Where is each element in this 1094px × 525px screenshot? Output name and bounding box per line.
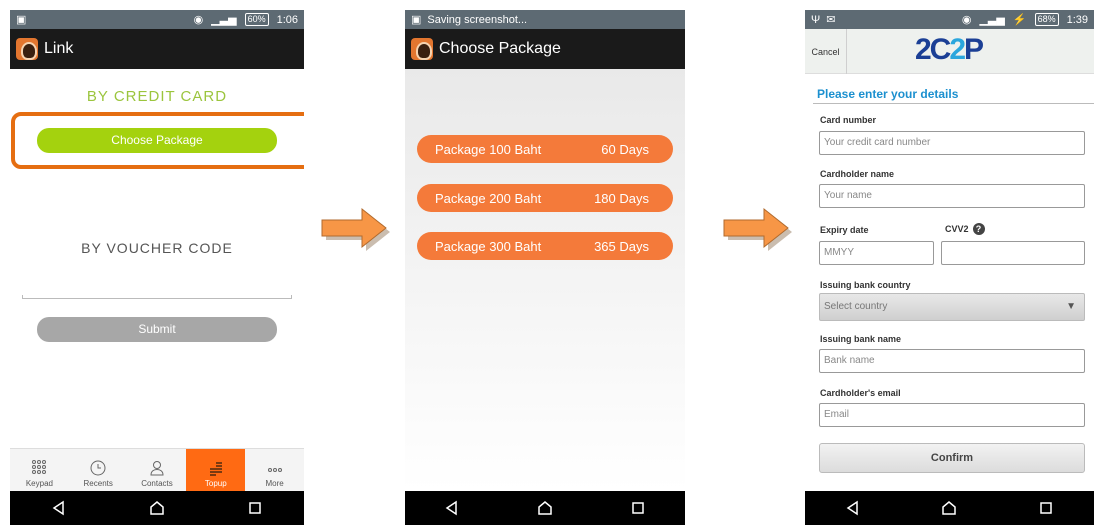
- home-icon[interactable]: [940, 499, 958, 517]
- tab-contacts[interactable]: Contacts: [128, 449, 187, 491]
- choose-package-button[interactable]: Choose Package: [37, 128, 277, 153]
- system-nav-bar: [10, 491, 304, 525]
- clock-icon: [90, 460, 106, 476]
- back-icon[interactable]: [443, 499, 461, 517]
- phone-screen-payment-form: Ψ ✉ ◉ ▁▃▅ ⚡ 68% 1:39 Cancel 2C2P Please …: [805, 10, 1094, 525]
- coins-icon: [209, 462, 222, 476]
- more-icon: [267, 468, 282, 472]
- charging-icon: ⚡: [1012, 14, 1027, 26]
- cvv2-label: CVV2?: [945, 223, 985, 235]
- usb-icon: Ψ: [811, 13, 821, 26]
- vibrate-icon: ◉: [961, 14, 972, 26]
- system-nav-bar: [405, 491, 685, 525]
- package-name: Package 200 Baht: [435, 190, 542, 206]
- cvv2-label-text: CVV2: [945, 224, 969, 234]
- cardholder-name-label: Cardholder name: [820, 169, 895, 179]
- cardholder-name-input[interactable]: Your name: [819, 184, 1085, 208]
- status-bar: Ψ ✉ ◉ ▁▃▅ ⚡ 68% 1:39: [805, 10, 1094, 29]
- voucher-code-input[interactable]: [22, 295, 292, 299]
- battery-indicator: 68%: [1034, 13, 1059, 26]
- confirm-button[interactable]: Confirm: [819, 443, 1085, 473]
- app-bar: Link: [10, 29, 304, 69]
- brand-logo: 2C2P: [915, 33, 984, 67]
- home-icon[interactable]: [536, 499, 554, 517]
- arrow-right-icon: [321, 207, 390, 251]
- back-icon[interactable]: [50, 499, 68, 517]
- mail-icon: ✉: [826, 14, 836, 26]
- app-title: Link: [44, 40, 74, 57]
- email-label: Cardholder's email: [820, 388, 901, 398]
- voucher-code-heading: BY VOUCHER CODE: [81, 240, 233, 256]
- help-icon[interactable]: ?: [972, 223, 985, 235]
- bank-country-label: Issuing bank country: [820, 280, 911, 290]
- email-input[interactable]: Email: [819, 403, 1085, 427]
- app-bar: Choose Package: [405, 29, 685, 69]
- phone-screen-choose-package: ▣ Saving screenshot... Choose Package Pa…: [405, 10, 685, 525]
- package-name: Package 100 Baht: [435, 141, 542, 157]
- package-item[interactable]: Package 200 Baht 180 Days: [417, 184, 673, 212]
- package-days: 60 Days: [601, 141, 649, 157]
- home-icon[interactable]: [148, 499, 166, 517]
- tab-label: Topup: [204, 479, 227, 488]
- status-time: 1:39: [1066, 13, 1088, 26]
- tab-label: Contacts: [141, 479, 173, 488]
- bank-country-select[interactable]: Select country ▼: [819, 293, 1085, 321]
- package-item[interactable]: Package 100 Baht 60 Days: [417, 135, 673, 163]
- brand-logo-part: 2C: [915, 33, 951, 66]
- phone-screen-link: ▣ ◉ ▁▃▅ 60% 1:06 Link BY CREDIT CARD Cho…: [10, 10, 304, 525]
- package-days: 365 Days: [594, 238, 649, 254]
- signal-icon: ▁▃▅: [211, 14, 237, 26]
- card-number-input[interactable]: Your credit card number: [819, 131, 1085, 155]
- bank-name-input[interactable]: Bank name: [819, 349, 1085, 373]
- package-item[interactable]: Package 300 Baht 365 Days: [417, 232, 673, 260]
- app-logo-icon: [16, 38, 38, 60]
- form-title: Please enter your details: [817, 87, 959, 101]
- brand-logo-part: P: [964, 33, 984, 66]
- status-bar: ▣ ◉ ▁▃▅ 60% 1:06: [10, 10, 304, 29]
- battery-indicator: 60%: [244, 13, 269, 26]
- divider: [813, 103, 1094, 104]
- package-name: Package 300 Baht: [435, 238, 542, 254]
- expiry-date-label: Expiry date: [820, 225, 869, 235]
- package-list: Package 100 Baht 60 Days Package 200 Bah…: [405, 69, 685, 491]
- package-days: 180 Days: [594, 190, 649, 206]
- brand-logo-part: 2: [949, 33, 966, 66]
- bank-country-value: Select country: [824, 301, 888, 312]
- app-title: Choose Package: [439, 40, 561, 57]
- recent-apps-icon[interactable]: [246, 499, 264, 517]
- card-number-label: Card number: [820, 115, 877, 125]
- signal-icon: ▁▃▅: [979, 14, 1005, 26]
- recent-apps-icon[interactable]: [1037, 499, 1055, 517]
- tab-label: More: [265, 479, 284, 488]
- tab-more[interactable]: More: [245, 449, 304, 491]
- screenshot-icon: ▣: [411, 14, 422, 26]
- vibrate-icon: ◉: [193, 14, 204, 26]
- credit-card-heading: BY CREDIT CARD: [86, 88, 228, 105]
- status-time: 1:06: [276, 13, 298, 26]
- screenshot-icon: ▣: [16, 14, 27, 26]
- cvv2-input[interactable]: [941, 241, 1085, 265]
- submit-button[interactable]: Submit: [37, 317, 277, 342]
- bank-name-label: Issuing bank name: [820, 334, 902, 344]
- app-logo-icon: [411, 38, 433, 60]
- back-icon[interactable]: [844, 499, 862, 517]
- keypad-icon: [32, 460, 47, 474]
- tab-keypad[interactable]: Keypad: [10, 449, 69, 491]
- bottom-tab-bar: Keypad Recents Contacts Topup More: [10, 448, 304, 491]
- cancel-button[interactable]: Cancel: [805, 29, 847, 74]
- dropdown-arrow-icon: ▼: [1066, 301, 1076, 312]
- tab-label: Recents: [83, 479, 113, 488]
- contact-icon: [150, 461, 164, 476]
- tab-label: Keypad: [25, 479, 53, 488]
- status-text: Saving screenshot...: [427, 13, 528, 26]
- arrow-right-icon: [723, 207, 792, 251]
- expiry-date-input[interactable]: MMYY: [819, 241, 934, 265]
- system-nav-bar: [805, 491, 1094, 525]
- tab-topup[interactable]: Topup: [186, 449, 246, 491]
- tab-recents[interactable]: Recents: [69, 449, 128, 491]
- status-bar: ▣ Saving screenshot...: [405, 10, 685, 29]
- payment-header: Cancel 2C2P: [805, 29, 1094, 74]
- recent-apps-icon[interactable]: [629, 499, 647, 517]
